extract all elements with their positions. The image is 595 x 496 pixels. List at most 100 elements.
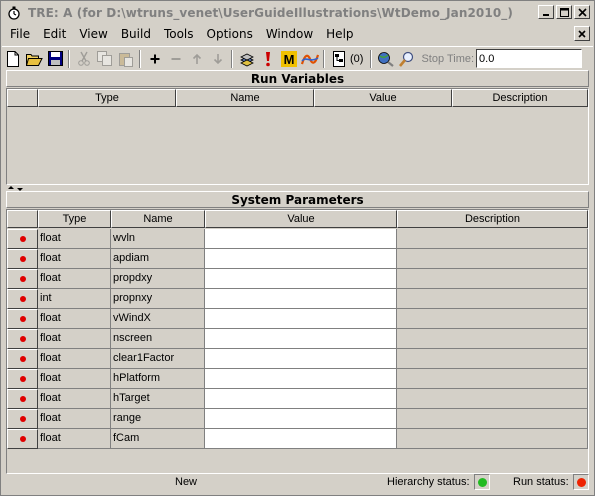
cell-value[interactable]	[205, 389, 397, 409]
row-select-button[interactable]	[7, 289, 38, 309]
cell-name[interactable]: propdxy	[111, 269, 205, 289]
column-header-value[interactable]: Value	[314, 89, 452, 107]
menu-options[interactable]: Options	[199, 27, 258, 41]
maximize-button[interactable]	[556, 5, 572, 19]
cell-name[interactable]: nscreen	[111, 329, 205, 349]
column-header-name[interactable]: Name	[176, 89, 314, 107]
cell-type[interactable]: float	[38, 369, 111, 389]
chart-button[interactable]	[300, 49, 320, 69]
new-file-button[interactable]	[3, 49, 23, 69]
menu-view[interactable]: View	[71, 27, 112, 41]
row-select-button[interactable]	[7, 349, 38, 369]
cell-value[interactable]	[205, 429, 397, 449]
open-button[interactable]	[24, 49, 44, 69]
cell-description[interactable]	[397, 369, 588, 389]
cell-type[interactable]: float	[38, 249, 111, 269]
cell-value[interactable]	[205, 369, 397, 389]
cell-value[interactable]	[205, 329, 397, 349]
cell-name[interactable]: vWindX	[111, 309, 205, 329]
row-select-button[interactable]	[7, 229, 38, 249]
menu-build[interactable]: Build	[113, 27, 156, 41]
toolbar-separator	[139, 49, 141, 68]
column-header-description[interactable]: Description	[397, 210, 588, 228]
cell-name[interactable]: hPlatform	[111, 369, 205, 389]
row-select-button[interactable]	[7, 409, 38, 429]
document-state: New	[175, 476, 198, 488]
globe-search-icon	[378, 51, 395, 67]
menu-help[interactable]: Help	[318, 27, 358, 41]
cell-description[interactable]	[397, 269, 588, 289]
add-button[interactable]	[145, 49, 165, 69]
move-up-button[interactable]	[187, 49, 207, 69]
cell-type[interactable]: float	[38, 389, 111, 409]
magnify-button[interactable]	[397, 49, 417, 69]
cell-name[interactable]: range	[111, 409, 205, 429]
cell-description[interactable]	[397, 329, 588, 349]
column-header-description[interactable]: Description	[452, 89, 588, 107]
row-select-button[interactable]	[7, 389, 38, 409]
column-header-name[interactable]: Name	[111, 210, 205, 228]
exclamation-button[interactable]	[258, 49, 278, 69]
cell-type[interactable]: float	[38, 309, 111, 329]
red-dot-icon	[19, 356, 26, 362]
cell-name[interactable]: apdiam	[111, 249, 205, 269]
cell-type[interactable]: float	[38, 269, 111, 289]
menu-window[interactable]: Window	[258, 27, 318, 41]
cell-description[interactable]	[397, 309, 588, 329]
cell-value[interactable]	[205, 249, 397, 269]
cell-type[interactable]: int	[38, 289, 111, 309]
remove-button[interactable]	[166, 49, 186, 69]
cell-description[interactable]	[397, 249, 588, 269]
row-select-button[interactable]	[7, 309, 38, 329]
move-down-button[interactable]	[208, 49, 228, 69]
cell-description[interactable]	[397, 349, 588, 369]
row-select-button[interactable]	[7, 269, 38, 289]
cell-type[interactable]: float	[38, 409, 111, 429]
column-header-type[interactable]: Type	[38, 89, 176, 107]
stopwatch-icon	[6, 5, 22, 21]
cell-name[interactable]: hTarget	[111, 389, 205, 409]
hierarchy-button[interactable]	[329, 49, 349, 69]
cell-type[interactable]: float	[38, 229, 111, 249]
menu-tools[interactable]: Tools	[156, 27, 199, 41]
cell-description[interactable]	[397, 289, 588, 309]
cell-description[interactable]	[397, 229, 588, 249]
row-select-button[interactable]	[7, 369, 38, 389]
cell-value[interactable]	[205, 229, 397, 249]
cell-description[interactable]	[397, 389, 588, 409]
save-button[interactable]	[45, 49, 65, 69]
matlab-button[interactable]: M	[279, 49, 299, 69]
cell-name[interactable]: propnxy	[111, 289, 205, 309]
row-select-button[interactable]	[7, 329, 38, 349]
cell-value[interactable]	[205, 309, 397, 329]
run-variables-header: Type Name Value Description	[7, 89, 588, 107]
cell-name[interactable]: clear1Factor	[111, 349, 205, 369]
copy-icon	[97, 51, 112, 66]
document-close-button[interactable]	[574, 26, 590, 41]
stop-time-input[interactable]	[476, 49, 583, 68]
cell-type[interactable]: float	[38, 429, 111, 449]
column-header-value[interactable]: Value	[205, 210, 397, 228]
globe-search-button[interactable]	[376, 49, 396, 69]
column-header-type[interactable]: Type	[38, 210, 111, 228]
build-button[interactable]	[237, 49, 257, 69]
cell-name[interactable]: wvln	[111, 229, 205, 249]
row-select-button[interactable]	[7, 429, 38, 449]
cell-value[interactable]	[205, 289, 397, 309]
menu-edit[interactable]: Edit	[35, 27, 71, 41]
cell-type[interactable]: float	[38, 329, 111, 349]
copy-button[interactable]	[95, 49, 115, 69]
cut-button[interactable]	[74, 49, 94, 69]
row-select-button[interactable]	[7, 249, 38, 269]
paste-button[interactable]	[116, 49, 136, 69]
cell-value[interactable]	[205, 349, 397, 369]
cell-name[interactable]: fCam	[111, 429, 205, 449]
cell-value[interactable]	[205, 409, 397, 429]
cell-description[interactable]	[397, 429, 588, 449]
menu-file[interactable]: File	[2, 27, 35, 41]
cell-type[interactable]: float	[38, 349, 111, 369]
minimize-button[interactable]	[538, 5, 554, 19]
cell-value[interactable]	[205, 269, 397, 289]
close-button[interactable]	[574, 5, 590, 19]
cell-description[interactable]	[397, 409, 588, 429]
